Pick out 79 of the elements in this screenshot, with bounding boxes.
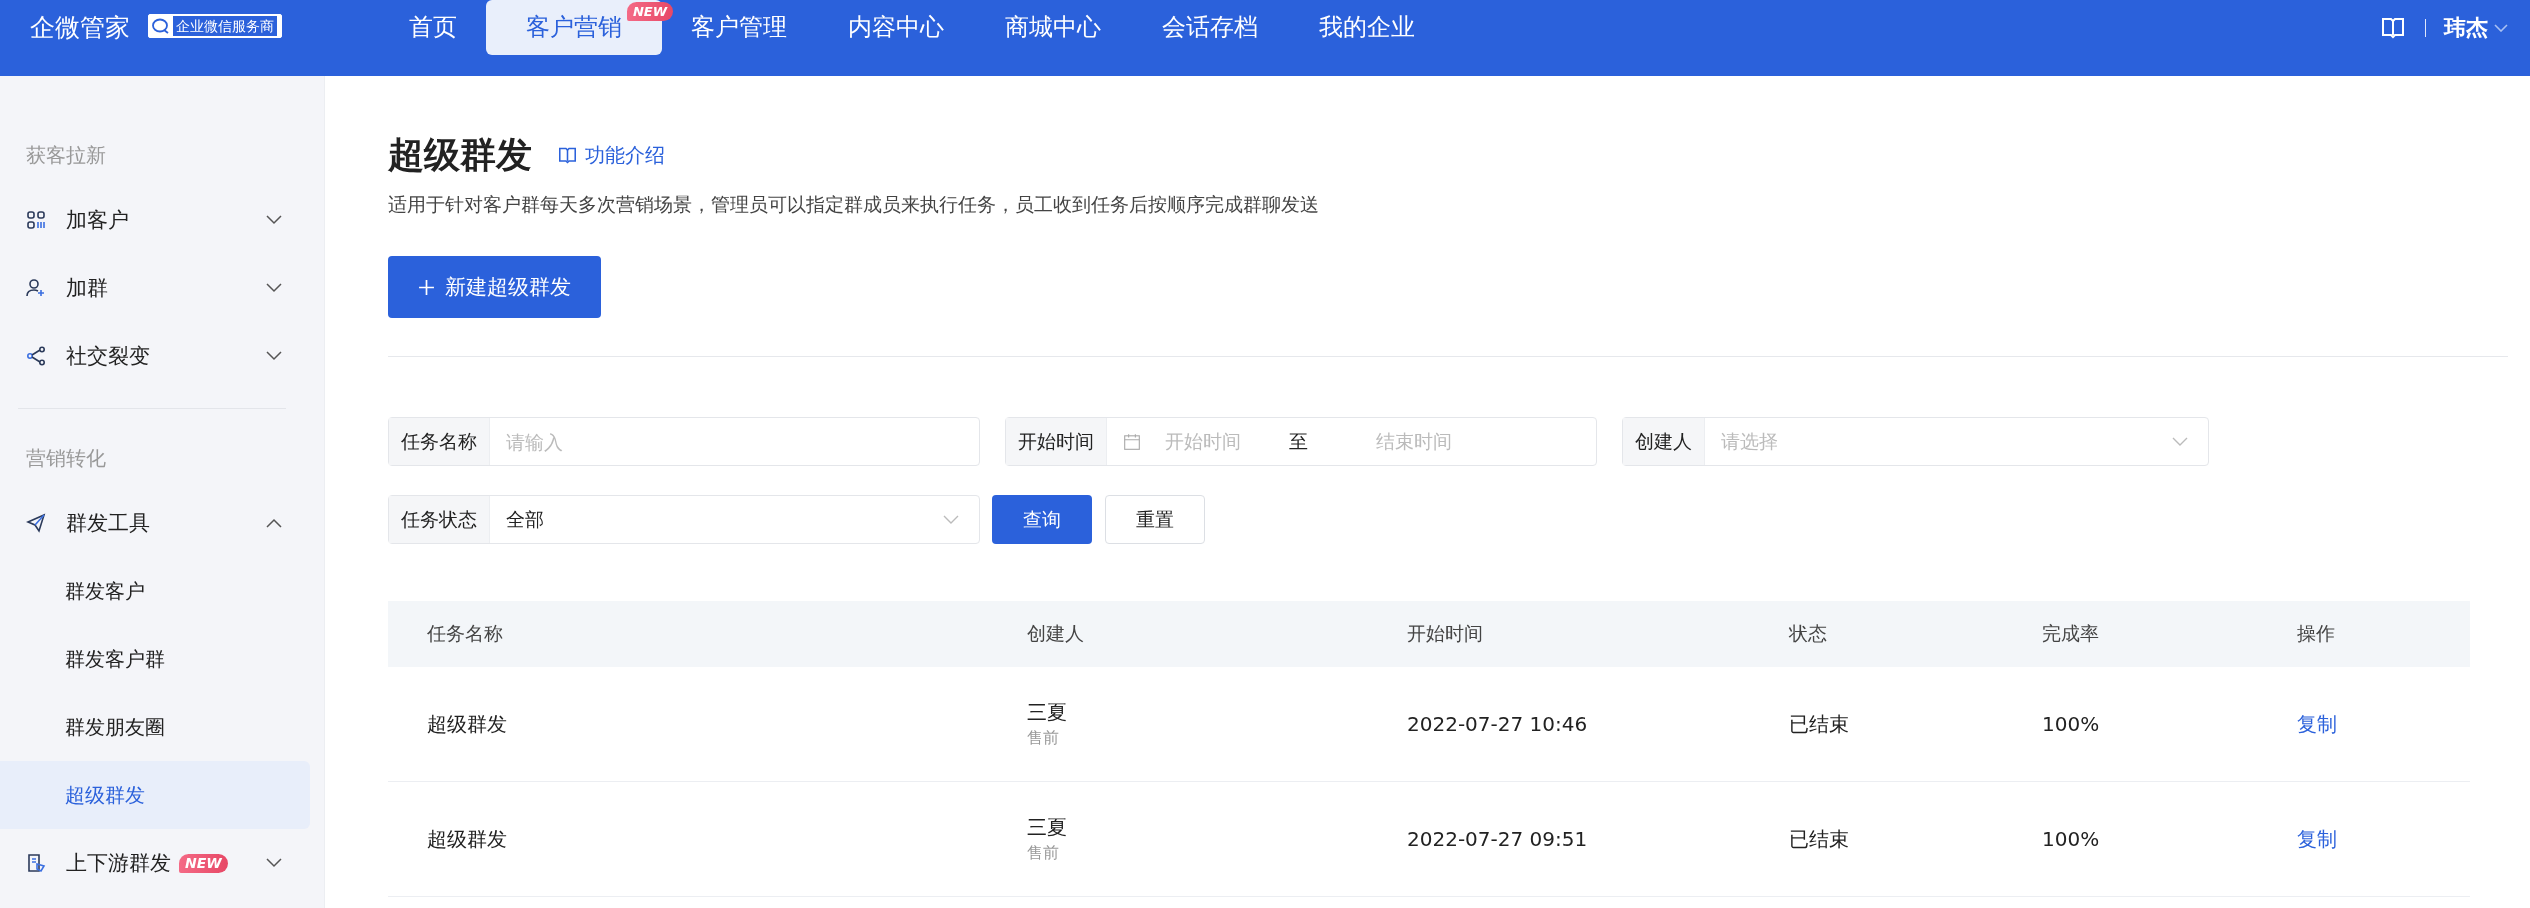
range-separator: 至: [1289, 428, 1308, 454]
section-title: 营销转化: [25, 445, 107, 472]
calendar-icon: [1123, 432, 1141, 451]
create-button[interactable]: 新建超级群发: [388, 256, 601, 318]
column-header: 创建人: [1027, 621, 1085, 646]
creator-name: 三夏: [1027, 814, 1067, 841]
chevron-down-icon: [2172, 436, 2188, 447]
reset-button[interactable]: 重置: [1105, 495, 1205, 544]
creator-department: 售前: [1027, 843, 1059, 864]
copy-link[interactable]: 复制: [2297, 826, 2337, 851]
new-tag: NEW: [626, 2, 673, 21]
page-title: 超级群发: [388, 133, 532, 177]
filter-field[interactable]: 任务状态 全部: [388, 495, 980, 544]
menu-item[interactable]: 群发工具: [0, 489, 324, 557]
menu-item[interactable]: 加客户: [0, 186, 324, 254]
table-cell-text: 100%: [2042, 712, 2101, 736]
chevron-down-icon: [266, 283, 282, 293]
book-icon: [558, 146, 577, 164]
page-description: 适用于针对客户群每天多次营销场景，管理员可以指定群成员来执行任务，员工收到任务后按顺序完成群聊发送: [388, 192, 1320, 217]
chevron-down-icon[interactable]: [2494, 23, 2508, 32]
nav-tab[interactable]: 我的企业: [1287, 0, 1447, 55]
chevron-down-icon: [266, 215, 282, 225]
column-header: 任务名称: [426, 621, 504, 646]
user-name[interactable]: 玮杰: [2444, 12, 2488, 43]
chevron-down-icon: [266, 351, 282, 361]
menu-item[interactable]: 加群: [0, 254, 324, 322]
plus-icon: [418, 278, 435, 296]
field-label: 创建人: [1623, 418, 1705, 465]
column-header: 开始时间: [1407, 621, 1484, 646]
column-header: 完成率: [2042, 621, 2100, 646]
menu-label: 加群: [66, 275, 108, 302]
submenu-item[interactable]: 超级群发: [0, 761, 310, 829]
submenu-item[interactable]: 群发客户: [0, 557, 310, 625]
field-label: 任务名称: [389, 418, 490, 465]
book-icon[interactable]: [2381, 16, 2405, 39]
creator-department: 售前: [1027, 728, 1059, 749]
document-icon: [26, 853, 46, 873]
chevron-down-icon: [266, 858, 282, 868]
submenu-item[interactable]: 群发客户群: [0, 625, 310, 693]
table-cell-text: 已结束: [1789, 825, 1850, 853]
table-cell-text: 2022-07-27 10:46: [1407, 712, 1589, 736]
table-cell-text: 超级群发: [426, 825, 508, 853]
column-header: 操作: [2297, 621, 2335, 646]
paper-plane-icon: [26, 513, 46, 533]
table-cell-text: 100%: [2042, 827, 2101, 851]
menu-label: 上下游群发: [66, 850, 171, 877]
filter-field[interactable]: 任务名称 请输入: [388, 417, 980, 466]
table-cell-text: 已结束: [1789, 710, 1850, 738]
field-label: 任务状态: [389, 496, 490, 543]
grid-icon: [26, 210, 46, 230]
new-tag: NEW: [179, 853, 228, 873]
table-cell-text: 2022-07-27 09:51: [1407, 827, 1589, 851]
nav-tab[interactable]: 商城中心: [973, 0, 1133, 55]
select-placeholder: 请选择: [1720, 428, 1778, 454]
section-title: 获客拉新: [25, 142, 107, 169]
feature-intro-link[interactable]: 功能介绍: [558, 141, 665, 169]
badge-text: 企业微信服务商: [173, 16, 277, 36]
select-value: 全部: [505, 506, 544, 532]
creator-name: 三夏: [1027, 699, 1067, 726]
menu-label: 加客户: [66, 207, 129, 234]
field-label: 开始时间: [1006, 418, 1107, 465]
nav-tab[interactable]: 会话存档: [1130, 0, 1290, 55]
nav-tab[interactable]: 内容中心: [816, 0, 976, 55]
menu-label: 群发工具: [66, 510, 150, 537]
share-icon: [26, 346, 46, 366]
search-button[interactable]: 查询: [992, 495, 1092, 544]
nav-tab[interactable]: 首页: [377, 0, 489, 55]
submenu-item[interactable]: 群发朋友圈: [0, 693, 310, 761]
chevron-down-icon: [943, 514, 959, 525]
menu-label: 社交裂变: [66, 343, 150, 370]
logo-text: 企微管家: [30, 13, 130, 43]
column-header: 状态: [1789, 621, 1828, 646]
menu-item[interactable]: 上下游群发 NEW: [0, 829, 324, 897]
filter-field[interactable]: 创建人 请选择: [1622, 417, 2209, 466]
chevron-up-icon: [266, 518, 282, 528]
table-cell-text: 超级群发: [426, 710, 508, 738]
user-add-icon: [26, 278, 46, 298]
copy-link[interactable]: 复制: [2297, 711, 2337, 736]
menu-item[interactable]: 社交裂变: [0, 322, 324, 390]
